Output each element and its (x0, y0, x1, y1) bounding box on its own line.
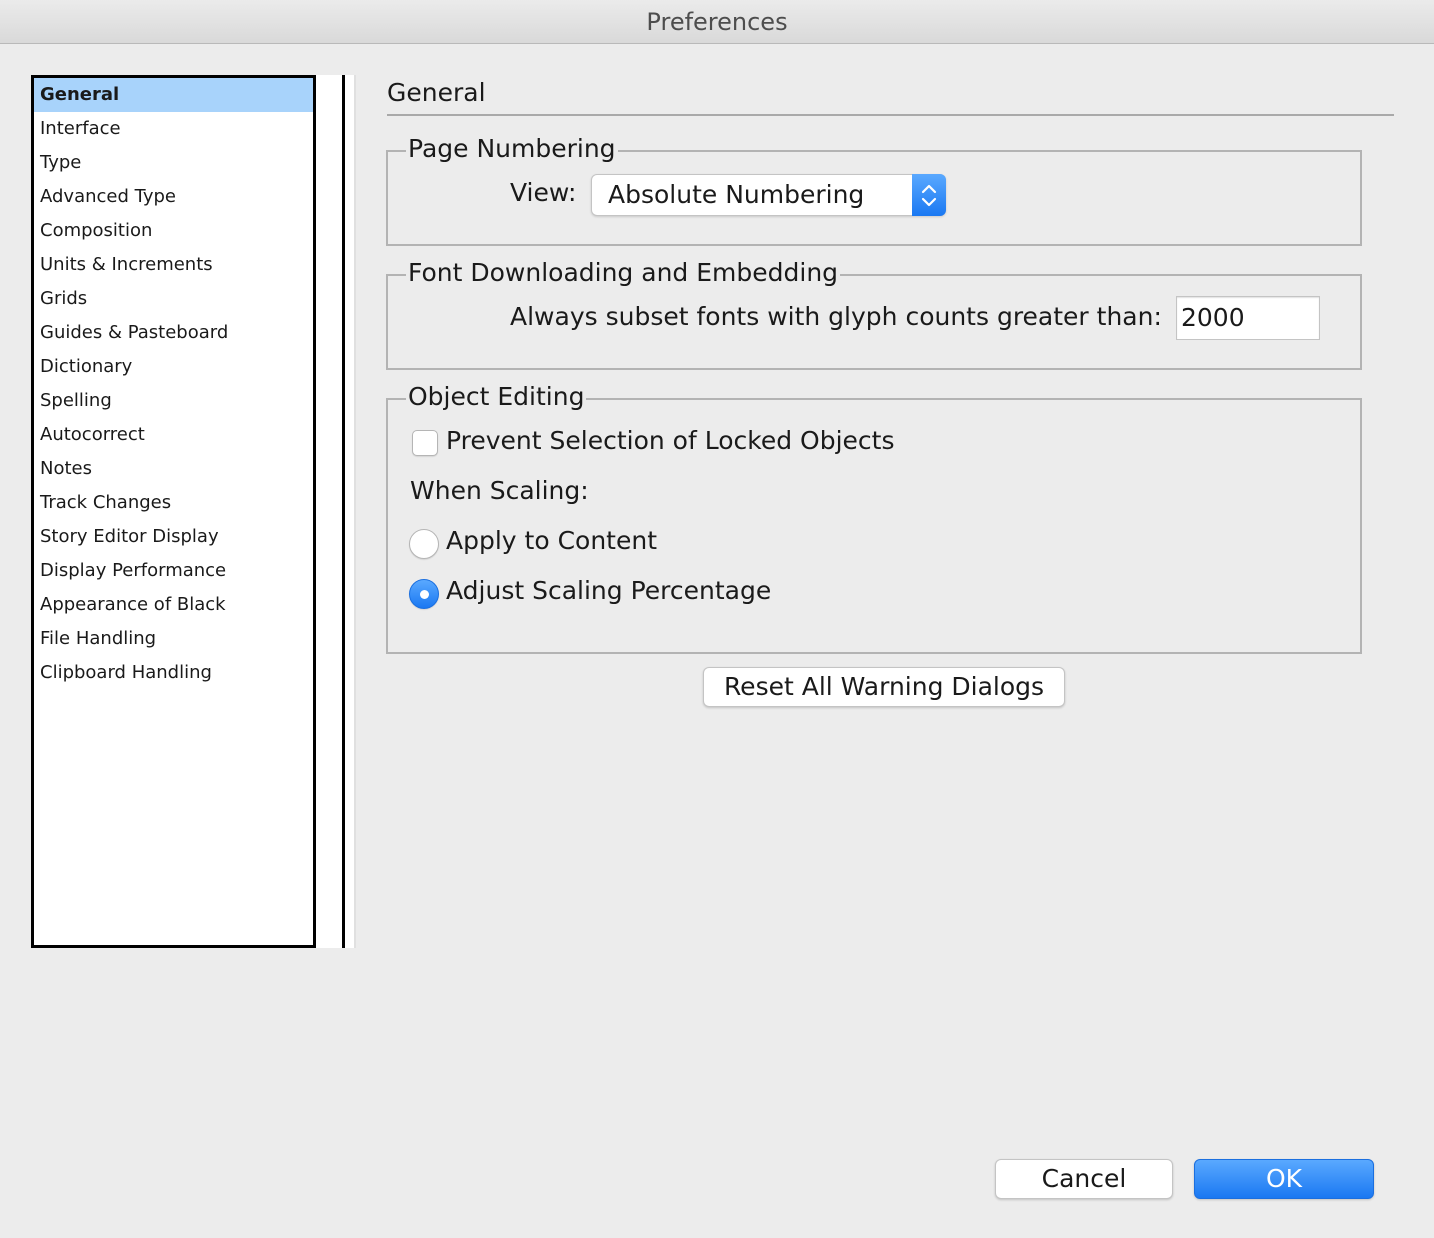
sidebar-item-units-increments[interactable]: Units & Increments (34, 248, 313, 282)
font-downloading-label: Font Downloading and Embedding (406, 256, 841, 290)
font-downloading-group: Font Downloading and Embedding Always su… (386, 256, 1362, 370)
scroll-divider (342, 75, 345, 948)
adjust-scaling-radio[interactable] (409, 579, 439, 609)
sidebar-item-appearance-of-black[interactable]: Appearance of Black (34, 588, 313, 622)
sidebar-item-display-performance[interactable]: Display Performance (34, 554, 313, 588)
apply-to-content-label[interactable]: Apply to Content (446, 526, 657, 555)
sidebar-item-type[interactable]: Type (34, 146, 313, 180)
title-divider (387, 114, 1394, 116)
sidebar-item-clipboard-handling[interactable]: Clipboard Handling (34, 656, 313, 690)
updown-chevron-icon (912, 174, 946, 216)
sidebar-item-composition[interactable]: Composition (34, 214, 313, 248)
object-editing-label: Object Editing (406, 380, 587, 414)
page-numbering-label: Page Numbering (406, 132, 618, 166)
cancel-button[interactable]: Cancel (995, 1159, 1173, 1199)
sidebar-item-spelling[interactable]: Spelling (34, 384, 313, 418)
category-list[interactable]: General Interface Type Advanced Type Com… (31, 75, 316, 948)
sidebar-item-story-editor-display[interactable]: Story Editor Display (34, 520, 313, 554)
sidebar-item-track-changes[interactable]: Track Changes (34, 486, 313, 520)
object-editing-group: Object Editing Prevent Selection of Lock… (386, 380, 1362, 654)
adjust-scaling-label[interactable]: Adjust Scaling Percentage (446, 576, 771, 605)
sidebar-item-advanced-type[interactable]: Advanced Type (34, 180, 313, 214)
radio-dot (420, 590, 429, 599)
sidebar-item-interface[interactable]: Interface (34, 112, 313, 146)
view-popup-value: Absolute Numbering (608, 180, 865, 209)
sidebar-item-autocorrect[interactable]: Autocorrect (34, 418, 313, 452)
view-label: View: (510, 178, 577, 207)
sidebar-item-guides-pasteboard[interactable]: Guides & Pasteboard (34, 316, 313, 350)
prevent-selection-checkbox[interactable] (412, 430, 438, 456)
subset-fonts-label: Always subset fonts with glyph counts gr… (510, 302, 1162, 331)
ok-button[interactable]: OK (1194, 1159, 1374, 1199)
apply-to-content-radio[interactable] (409, 529, 439, 559)
window-title: Preferences (0, 0, 1434, 44)
glyph-count-field[interactable]: 2000 (1176, 296, 1320, 340)
list-scroll-track[interactable] (316, 75, 356, 948)
sidebar-item-file-handling[interactable]: File Handling (34, 622, 313, 656)
prevent-selection-label[interactable]: Prevent Selection of Locked Objects (446, 426, 894, 455)
panel-title: General (387, 78, 486, 107)
sidebar-item-dictionary[interactable]: Dictionary (34, 350, 313, 384)
when-scaling-label: When Scaling: (410, 476, 589, 505)
sidebar-item-notes[interactable]: Notes (34, 452, 313, 486)
sidebar-item-general[interactable]: General (34, 78, 313, 112)
reset-warning-dialogs-button[interactable]: Reset All Warning Dialogs (703, 667, 1065, 707)
view-popup[interactable]: Absolute Numbering (591, 174, 946, 216)
sidebar-item-grids[interactable]: Grids (34, 282, 313, 316)
page-numbering-group: Page Numbering View: Absolute Numbering (386, 132, 1362, 246)
